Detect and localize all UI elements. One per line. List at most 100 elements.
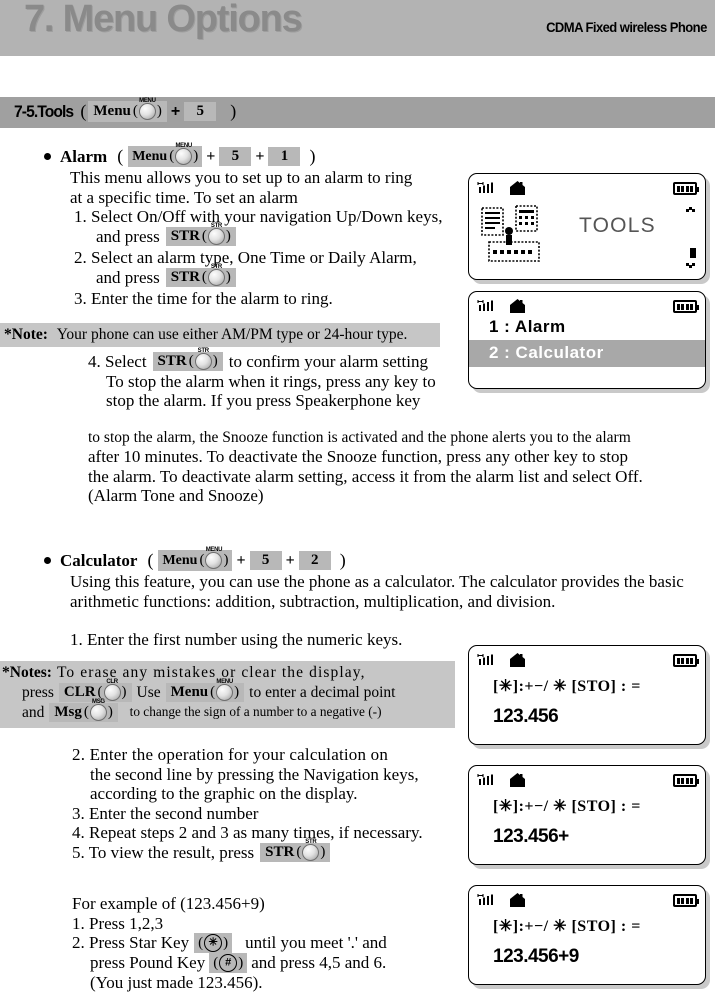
paren-open: ( <box>198 934 204 951</box>
paren-close: ) <box>234 684 240 700</box>
alarm-step-4-select: 4. Select <box>88 352 147 371</box>
menu-key-chip[interactable]: Menu ( MENU ) <box>165 679 245 702</box>
clr-button-icon[interactable]: CLR <box>103 679 121 701</box>
menu-button-icon[interactable]: MENU <box>216 679 233 701</box>
str-key-label: STR <box>265 843 295 860</box>
msg-button-icon[interactable]: MSG <box>89 699 107 721</box>
paren-close: ) <box>238 954 244 971</box>
pound-key-icon[interactable]: # <box>219 954 238 972</box>
section-bar: 7-5.Tools ( Menu ( MENU ) + 5 ) <box>0 97 715 128</box>
alarm-menu-key-chip[interactable]: Menu ( MENU ) <box>128 143 203 167</box>
calculator-notes-line-1: To erase any mistakes or clear the displ… <box>56 664 366 681</box>
calculator-steps: 2. Enter the operation for your calculat… <box>72 745 467 862</box>
alarm-note-label: *Note: <box>4 326 48 343</box>
section-open-paren: ( <box>80 101 87 121</box>
calculator-num-2[interactable]: 2 <box>298 551 331 570</box>
calculator-step-2-c: according to the graphic on the display. <box>90 784 358 803</box>
home-icon <box>510 653 525 667</box>
paren-open: ( <box>210 684 216 700</box>
calculator-intro: Using this feature, you can use the phon… <box>70 572 715 611</box>
menu-button-icon[interactable]: MENU <box>205 547 222 569</box>
msg-key-label: Msg <box>54 704 82 720</box>
menu-key-label: Menu <box>93 103 131 119</box>
paren-open: ( <box>97 684 103 700</box>
alarm-step-1-press: and press <box>96 226 160 246</box>
alarm-intro-line-2: at a specific time. To set an alarm <box>70 187 298 207</box>
home-icon <box>510 773 525 787</box>
section-title: 7-5.Tools <box>14 101 74 121</box>
calculator-step-3: 3. Enter the second number <box>72 803 259 823</box>
alarm-plus-1: + <box>206 147 216 165</box>
menu-button-icon[interactable]: MENU <box>138 98 156 120</box>
menu-item-calculator[interactable]: 2 : Calculator <box>469 340 705 367</box>
star-key-icon[interactable]: ✳ <box>204 934 223 952</box>
calculator-num-5[interactable]: 5 <box>249 551 282 570</box>
example-step-2-row: 2. Press Star Key ( ✳ ) until you meet '… <box>72 933 472 953</box>
str-button-icon[interactable]: STR <box>207 223 225 245</box>
battery-icon <box>673 654 699 667</box>
alarm-num-1[interactable]: 1 <box>268 147 301 166</box>
alarm-num-5[interactable]: 5 <box>219 147 252 166</box>
str-key-chip[interactable]: STR ( STR ) <box>260 839 331 862</box>
lcd-status-bar <box>477 891 699 911</box>
section-num-5[interactable]: 5 <box>184 102 217 121</box>
menu-key-caption: MENU <box>205 547 223 553</box>
str-button-icon[interactable]: STR <box>194 348 212 371</box>
calc-value: 123.456 <box>493 706 559 727</box>
paren-close: ) <box>107 704 113 720</box>
calculator-notes-and: and <box>22 703 45 721</box>
menu-item-alarm[interactable]: 1 : Alarm <box>489 317 566 337</box>
page-title: 7. Menu Options <box>24 0 303 40</box>
paren-close: ) <box>212 353 218 370</box>
lcd-screen-calc-2: [✳]:+−/ ✳ [STO] : = 123.456+ <box>468 765 706 865</box>
calculator-close-paren: ) <box>339 550 346 570</box>
battery-icon <box>673 774 699 787</box>
calculator-intro-line-1: Using this feature, you can use the phon… <box>70 572 684 591</box>
calculator-heading: Calculator <box>60 550 138 570</box>
example-step-1: 1. Press 1,2,3 <box>72 913 164 933</box>
alarm-close-paren: ) <box>309 146 316 166</box>
star-glyph: ✳ <box>208 936 218 949</box>
banner-subtitle: CDMA Fixed wireless Phone <box>546 19 707 35</box>
calc-operation-line: [✳]:+−/ ✳ [STO] : = <box>493 678 641 695</box>
star-key-chip[interactable]: ( ✳ ) <box>194 933 233 953</box>
calculator-notes-band: *Notes: To erase any mistakes or clear t… <box>0 661 455 728</box>
calculator-menu-key-chip[interactable]: Menu ( MENU ) <box>158 547 233 571</box>
calculator-step-5-row: 5. To view the result, press STR ( STR ) <box>72 839 467 863</box>
pound-key-chip[interactable]: ( # ) <box>209 953 248 973</box>
str-key-chip[interactable]: STR ( STR ) <box>152 348 223 372</box>
str-button-icon[interactable]: STR <box>207 264 225 286</box>
alarm-step-1-cont: and press STR ( STR ) <box>96 223 460 247</box>
calculator-example: For example of (123.456+9) 1. Press 1,2,… <box>72 894 472 993</box>
bullet-icon <box>44 153 51 160</box>
menu-key-caption: MENU <box>216 679 233 685</box>
alarm-step-1: 1. Select On/Off with your navigation Up… <box>74 207 443 226</box>
str-key-chip[interactable]: STR ( STR ) <box>165 223 236 246</box>
calculator-heading-row: Calculator ( Menu ( MENU ) + 5 + 2 ) <box>44 547 348 571</box>
home-icon <box>510 893 525 907</box>
scroll-up-icon <box>686 207 695 212</box>
msg-key-chip[interactable]: Msg ( MSG ) <box>49 699 118 722</box>
scroll-thumb-icon[interactable] <box>689 248 697 258</box>
alarm-step-4-block: 4. Select STR ( STR ) to confirm your al… <box>88 348 468 411</box>
calculator-step-5: 5. To view the result, press <box>72 842 255 862</box>
alarm-step-4-confirm: to confirm your alarm setting <box>228 352 428 371</box>
str-key-caption: STR <box>305 838 317 845</box>
paren-open: ( <box>199 552 205 568</box>
calculator-menu-key-label: Menu <box>162 552 198 568</box>
home-icon <box>510 181 525 195</box>
example-pound-after: and press 4,5 and 6. <box>251 953 387 973</box>
alarm-intro-line-1: This menu allows you to set up to an ala… <box>70 168 413 187</box>
lcd-screen-calc-3: [✳]:+−/ ✳ [STO] : = 123.456+9 <box>468 885 706 985</box>
example-result: (You just made 123.456). <box>90 973 263 992</box>
menu-key-chip[interactable]: Menu ( MENU ) <box>88 98 167 122</box>
menu-button-icon[interactable]: MENU <box>175 143 192 165</box>
paren-close: ) <box>193 148 199 164</box>
example-pound-text: press Pound Key <box>90 953 206 973</box>
str-key-chip[interactable]: STR ( STR ) <box>165 264 236 287</box>
signal-strength-icon <box>477 654 493 665</box>
str-button-icon[interactable]: STR <box>302 839 320 861</box>
str-key-caption: STR <box>210 222 222 229</box>
alarm-step-3: 3. Enter the time for the alarm to ring. <box>74 289 333 308</box>
alarm-step-2-cont: and press STR ( STR ) <box>96 264 460 288</box>
